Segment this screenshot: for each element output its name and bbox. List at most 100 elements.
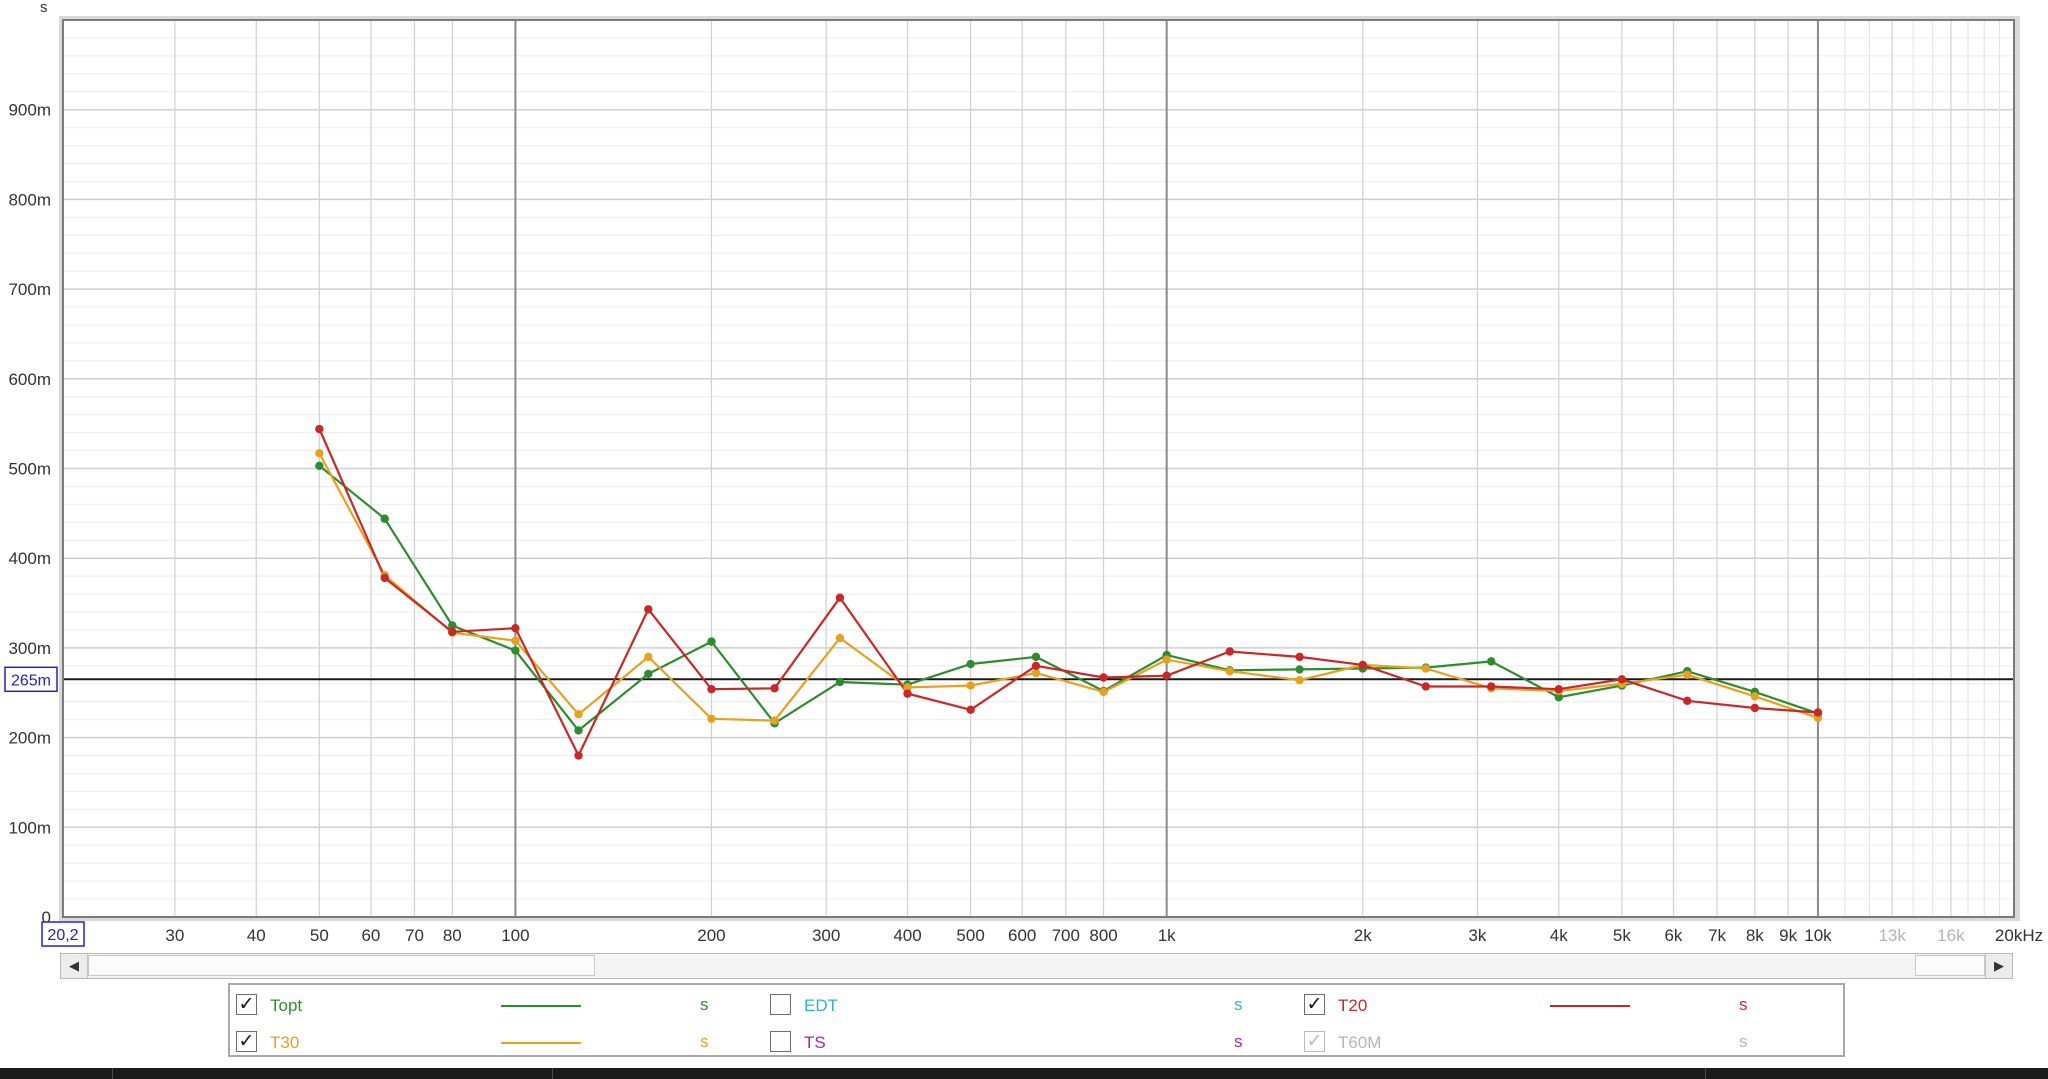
data-point-topt <box>644 669 653 679</box>
x-tick-label: 800 <box>1089 926 1117 945</box>
cursor-value-label: 265m <box>11 672 51 689</box>
arrow-right-icon[interactable]: ▶ <box>1985 954 2012 978</box>
data-point-topt <box>511 646 520 655</box>
y-tick-label: 400m <box>8 549 51 568</box>
data-point-t30 <box>1099 687 1108 697</box>
legend-unit-ts: s <box>1234 1032 1243 1051</box>
x-tick-label: 13k <box>1878 926 1906 945</box>
data-point-topt <box>835 677 845 687</box>
status-bar <box>0 1068 2048 1079</box>
x-tick-label: 30 <box>165 926 184 945</box>
legend-line-t20 <box>1550 1005 1630 1007</box>
data-point-t20 <box>770 684 779 693</box>
y-tick-label: 200m <box>8 729 51 748</box>
data-point-t20 <box>1295 652 1304 662</box>
x-tick-label: 5k <box>1613 926 1631 945</box>
data-point-t20 <box>315 424 324 434</box>
data-point-t20 <box>448 627 457 636</box>
y-tick-label: 500m <box>8 460 51 479</box>
checkbox-ts[interactable] <box>770 1031 791 1052</box>
x-tick-label: 600 <box>1008 926 1036 945</box>
legend-unit-t30: s <box>700 1032 709 1051</box>
checkbox-t60m: ✓ <box>1304 1031 1325 1052</box>
legend-label-topt: Topt <box>270 996 303 1015</box>
legend-line-t30 <box>501 1042 581 1044</box>
data-point-t30 <box>966 681 975 690</box>
data-point-t20 <box>966 705 975 714</box>
x-tick-label: 400 <box>893 926 921 945</box>
legend-item-ts[interactable]: TS s <box>770 1027 1330 1057</box>
y-tick-label: 600m <box>8 370 51 389</box>
data-point-t30 <box>770 716 779 725</box>
data-point-t20 <box>1031 661 1041 671</box>
data-point-t20 <box>1099 673 1108 682</box>
x-tick-label: 80 <box>443 926 462 945</box>
legend-item-topt[interactable]: ✓ Topt s <box>236 990 796 1020</box>
data-point-t30 <box>1295 675 1304 685</box>
x-tick-label: 9k <box>1779 926 1797 945</box>
checkbox-t20[interactable]: ✓ <box>1304 994 1325 1015</box>
x-tick-label: 2k <box>1354 926 1372 945</box>
checkbox-edt[interactable] <box>770 994 791 1015</box>
x-tick-label: 3k <box>1468 926 1486 945</box>
y-tick-label: 100m <box>8 818 51 837</box>
data-point-t20 <box>574 751 583 760</box>
x-start-label: 20,2 <box>47 927 78 944</box>
data-point-t30 <box>1750 692 1760 701</box>
x-tick-label: 70 <box>405 926 424 945</box>
x-tick-label: 1k <box>1158 926 1176 945</box>
legend-item-edt[interactable]: EDT s <box>770 990 1330 1020</box>
data-point-topt <box>1487 657 1496 666</box>
data-point-t30 <box>1421 664 1431 673</box>
data-point-t20 <box>1358 660 1367 670</box>
data-point-topt <box>574 726 583 735</box>
data-point-t20 <box>380 573 389 583</box>
scrollbar-thumb-end[interactable] <box>1915 955 1985 976</box>
data-point-t30 <box>511 636 520 645</box>
data-point-topt <box>1295 665 1304 674</box>
data-point-t20 <box>1683 696 1692 706</box>
legend-unit-topt: s <box>700 995 709 1014</box>
data-point-t20 <box>1617 675 1627 684</box>
y-tick-label: 300m <box>8 639 51 658</box>
data-point-topt <box>966 659 975 669</box>
x-tick-label: 8k <box>1746 926 1764 945</box>
legend-item-t30[interactable]: ✓ T30 s <box>236 1027 796 1057</box>
x-tick-label: 100 <box>501 926 529 945</box>
x-tick-label: 20kHz <box>1995 926 2043 945</box>
y-tick-label: 700m <box>8 280 51 299</box>
data-point-t30 <box>1031 668 1041 678</box>
legend-label-ts: TS <box>804 1033 826 1052</box>
data-point-t30 <box>835 633 845 643</box>
data-point-topt <box>1031 652 1041 662</box>
legend-label-t20: T20 <box>1338 996 1368 1015</box>
checkbox-topt[interactable]: ✓ <box>236 994 257 1015</box>
scrollbar-thumb[interactable] <box>88 955 595 976</box>
data-point-topt <box>380 514 389 523</box>
horizontal-scrollbar[interactable]: ◀ ▶ <box>60 953 2013 979</box>
data-point-t30 <box>1683 670 1692 680</box>
x-tick-label: 50 <box>310 926 329 945</box>
y-unit-label: s <box>40 0 48 16</box>
x-tick-label: 700 <box>1052 926 1080 945</box>
data-point-topt <box>707 637 716 646</box>
rt-graph[interactable]: s 0 100m 200m 300m 400m 500m 600m 700m 800m 900m 26… <box>0 0 2048 958</box>
legend-item-t60m: ✓ T60M s <box>1304 1027 1844 1057</box>
data-point-t20 <box>1750 703 1760 713</box>
data-point-t20 <box>1421 682 1431 691</box>
legend-label-t30: T30 <box>270 1033 300 1052</box>
x-tick-label: 10k <box>1804 926 1832 945</box>
data-point-t20 <box>1813 708 1823 717</box>
x-tick-label: 16k <box>1937 926 1965 945</box>
legend-line-topt <box>501 1005 581 1007</box>
checkbox-t30[interactable]: ✓ <box>236 1031 257 1052</box>
data-point-t20 <box>1554 684 1563 694</box>
legend-item-t20[interactable]: ✓ T20 s <box>1304 990 1844 1020</box>
data-point-t20 <box>1225 647 1234 656</box>
x-tick-label: 4k <box>1550 926 1568 945</box>
x-tick-label: 200 <box>697 926 725 945</box>
arrow-left-icon[interactable]: ◀ <box>61 954 88 978</box>
x-tick-label: 7k <box>1708 926 1726 945</box>
data-point-t30 <box>574 710 583 719</box>
rt-chart-svg[interactable]: s0100m200m300m400m500m600m700m800m900m26… <box>0 0 2048 958</box>
